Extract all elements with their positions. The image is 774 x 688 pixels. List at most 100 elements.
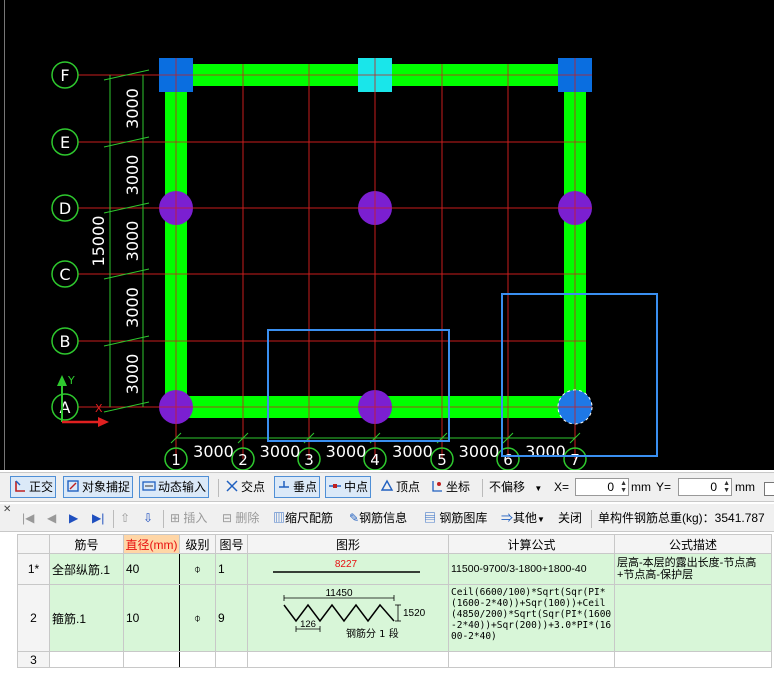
figure-no-cell[interactable] [215, 651, 248, 668]
last-record-button[interactable]: ▶| [92, 508, 104, 528]
axis-label-row: C [59, 265, 70, 284]
column-header-figure-no[interactable]: 图号 [215, 534, 248, 554]
ucs-x-arrow [98, 417, 109, 427]
row-number[interactable]: 3 [17, 651, 50, 668]
dimension-text: 3000 [392, 442, 433, 461]
toolbar-separator [591, 510, 592, 528]
plan-drawing[interactable]: FEDCBA1 2 3 4 5 6 7300030003000300030001500030… [0, 0, 774, 470]
intersection-label: 交点 [241, 480, 266, 494]
shape-segment-note: 钢筋分 1 段 [346, 627, 399, 640]
dimension-text: 3000 [459, 442, 500, 461]
shape-pitch-value: 126 [300, 619, 316, 630]
previous-record-button[interactable]: ◀ [47, 508, 56, 528]
dimension-text: 3000 [193, 442, 234, 461]
offset-dropdown[interactable]: 不偏移 ▼ [489, 477, 542, 497]
ortho-button[interactable]: 正交 [10, 476, 57, 498]
column-header-description[interactable]: 公式描述 [614, 534, 772, 554]
perpendicular-snap-button[interactable]: 垂点 [274, 476, 321, 498]
close-button[interactable]: 关闭 [558, 508, 582, 528]
table-row[interactable]: 1* 全部纵筋.1 40 ⌽ 1 8227 11500-9700/3-1800+… [17, 553, 772, 585]
other-menu-button[interactable]: ⇒其他▼ [501, 508, 545, 528]
drawing-canvas[interactable]: F E D C B A 1 2 3 4 5 6 7 3000 3000 3000 3000 3000 15000 30… [0, 0, 774, 470]
rebar-info-button[interactable]: ✎钢筋信息 [349, 508, 407, 528]
rebar-name-cell[interactable] [49, 651, 124, 668]
midpoint-icon [329, 484, 341, 488]
shape-cell[interactable]: 8227 [247, 553, 449, 585]
first-record-button[interactable]: |◀ [22, 508, 34, 528]
y-spin-icon[interactable]: ▲ ▼ [721, 480, 730, 494]
ucs-y-label: Y [67, 374, 75, 387]
vertex-label: 顶点 [396, 480, 421, 494]
other-label: 其他 [513, 511, 538, 525]
description-cell[interactable] [614, 584, 772, 652]
rebar-library-button[interactable]: ▤ 钢筋图库 [424, 508, 487, 528]
diameter-cell[interactable]: 10 [123, 584, 180, 652]
diameter-cell[interactable]: 40 [123, 553, 180, 585]
rebar-grid: 筋号 直径(mm) 级别 图号 图形 计算公式 公式描述 1* 全部纵筋.1 4… [0, 532, 774, 688]
y-coordinate-input[interactable]: 0 ▲ ▼ [678, 478, 732, 496]
row-number[interactable]: 1* [17, 553, 50, 585]
formula-cell[interactable]: Ceil(6600/100)*Sqrt(Sqr(PI*(1600-2*40))+… [448, 584, 615, 652]
rebar-name-cell[interactable]: 全部纵筋.1 [49, 553, 124, 585]
y-label: Y= [656, 480, 672, 494]
grade-cell[interactable]: ⌽ [179, 553, 216, 585]
y-coordinate-value: 0 [710, 480, 717, 494]
midpoint-snap-button[interactable]: 中点 [325, 476, 372, 498]
formula-cell[interactable]: 11500-9700/3-1800+1800-40 [448, 553, 615, 585]
scale-rebar-button[interactable]: ▥缩尺配筋 [273, 508, 333, 528]
rebar-toolbar: ✕ |◀ ◀ ▶ ▶| ⇧ ⇩ ⊞ 插入 ⊟ 删除 ▥缩尺配筋 ✎钢筋信息 ▤ … [0, 504, 774, 532]
intersection-snap-button[interactable]: 交点 [225, 477, 265, 497]
shape-cell[interactable] [247, 651, 449, 668]
y-unit: mm [735, 480, 755, 494]
insert-button[interactable]: ⊞ 插入 [170, 508, 207, 528]
move-down-button[interactable]: ⇩ [143, 508, 153, 528]
axis-label-column: 1 [171, 451, 181, 469]
table-header-row: 筋号 直径(mm) 级别 图号 图形 计算公式 公式描述 [17, 534, 772, 554]
rebar-name-cell[interactable]: 箍筋.1 [49, 584, 124, 652]
shape-cell[interactable]: 11450 1520 126 钢筋分 1 段 [247, 584, 449, 652]
axis-label-column: 5 [437, 451, 447, 469]
snap-toolbar: 正交 对象捕捉 动态输入 交点 垂点 中点 顶点 坐标 不偏移 ▼ X= 0 ▲… [0, 472, 774, 502]
first-icon: |◀ [22, 511, 35, 525]
straight-bar-shape: 8227 [273, 559, 420, 573]
table-row[interactable]: 2 箍筋.1 10 ⌽ 9 11450 1520 126 钢筋分 1 段 Cei… [17, 584, 772, 652]
formula-cell[interactable] [448, 651, 615, 668]
column-header-name[interactable]: 筋号 [49, 534, 124, 554]
column-header-shape[interactable]: 图形 [247, 534, 449, 554]
object-snap-button[interactable]: 对象捕捉 [63, 476, 134, 498]
grade-cell[interactable] [179, 651, 216, 668]
column-header-grade[interactable]: 级别 [179, 534, 216, 554]
perpendicular-label: 垂点 [293, 480, 318, 494]
description-cell[interactable] [614, 651, 772, 668]
column-header-formula[interactable]: 计算公式 [448, 534, 615, 554]
description-cell[interactable]: 层高-本层的露出长度-节点高+节点高-保护层 [614, 553, 772, 585]
delete-button[interactable]: ⊟ 删除 [222, 508, 259, 528]
last-icon: ▶| [92, 511, 105, 525]
axis-label-row: E [60, 133, 70, 152]
x-coordinate-input[interactable]: 0 ▲ ▼ [575, 478, 629, 496]
figure-no-cell[interactable]: 1 [215, 553, 248, 585]
x-label: X= [554, 480, 570, 494]
delete-label: 删除 [235, 511, 260, 525]
overflow-checkbox[interactable] [764, 482, 774, 496]
coordinate-label: 坐标 [446, 480, 471, 494]
table-row[interactable]: 3 [17, 651, 772, 668]
axis-label-column: 6 [503, 451, 513, 469]
panel-close-icon[interactable]: ✕ [3, 504, 11, 515]
row-number[interactable]: 2 [17, 584, 50, 652]
vertex-snap-button[interactable]: 顶点 [380, 477, 420, 497]
next-record-button[interactable]: ▶ [69, 508, 78, 528]
dynamic-input-button[interactable]: 动态输入 [139, 476, 210, 498]
column-header-diameter[interactable]: 直径(mm) [123, 534, 180, 554]
figure-no-cell[interactable]: 9 [215, 584, 248, 652]
diameter-cell[interactable] [123, 651, 180, 668]
next-icon: ▶ [69, 511, 79, 525]
dimension-text: 3000 [326, 442, 367, 461]
grade-cell[interactable]: ⌽ [179, 584, 216, 652]
ucs-x-label: X [95, 402, 103, 415]
x-spin-icon[interactable]: ▲ ▼ [618, 480, 627, 494]
spiral-stirrup-shape: 11450 1520 126 钢筋分 1 段 [283, 588, 426, 640]
coordinate-snap-button[interactable]: 坐标 [430, 477, 470, 497]
dimension-text: 3000 [260, 442, 301, 461]
move-up-button[interactable]: ⇧ [120, 508, 130, 528]
